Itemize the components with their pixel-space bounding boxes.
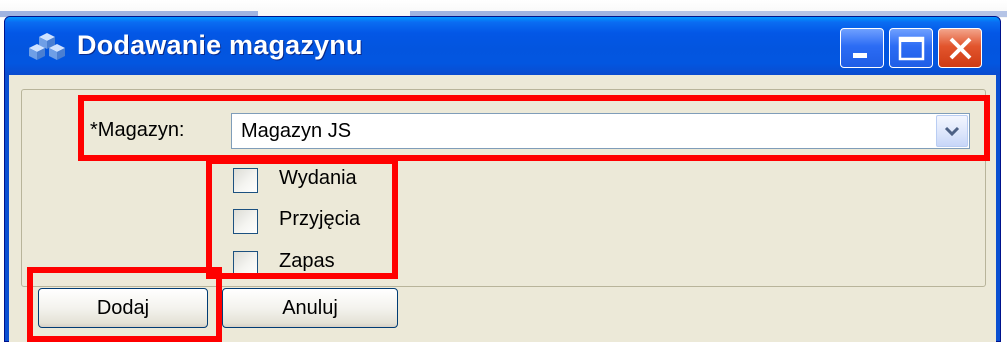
checkbox-box[interactable] — [233, 168, 258, 193]
cubes-icon — [29, 33, 65, 60]
chevron-down-icon — [944, 126, 960, 137]
maximize-icon — [898, 36, 925, 61]
checkbox-przyjecia[interactable]: Przyjęcia — [233, 207, 393, 235]
minimize-icon — [853, 53, 867, 58]
magazyn-selected-value: Magazyn JS — [241, 120, 352, 142]
cancel-button[interactable]: Anuluj — [222, 288, 398, 328]
magazyn-dropdown[interactable]: Magazyn JS — [231, 113, 970, 149]
dropdown-arrow-button[interactable] — [936, 115, 968, 147]
title-bar[interactable]: Dodawanie magazynu — [5, 17, 1000, 75]
checkbox-box[interactable] — [233, 209, 258, 234]
minimize-button[interactable] — [840, 28, 884, 68]
maximize-button[interactable] — [889, 28, 933, 68]
close-icon — [949, 37, 972, 60]
checkbox-label: Przyjęcia — [279, 208, 361, 230]
screenshot-stage: Dodawanie magazynu *Magazyn: Magazyn JS … — [0, 0, 1007, 342]
checkbox-label: Zapas — [279, 250, 335, 272]
magazyn-label: *Magazyn: — [90, 119, 185, 141]
checkbox-wydania[interactable]: Wydania — [233, 166, 393, 194]
window-title: Dodawanie magazynu — [77, 30, 363, 60]
add-button[interactable]: Dodaj — [38, 288, 208, 328]
checkbox-box[interactable] — [233, 251, 258, 276]
checkbox-label: Wydania — [279, 167, 357, 189]
close-button[interactable] — [938, 28, 982, 68]
checkbox-zapas[interactable]: Zapas — [233, 249, 393, 277]
